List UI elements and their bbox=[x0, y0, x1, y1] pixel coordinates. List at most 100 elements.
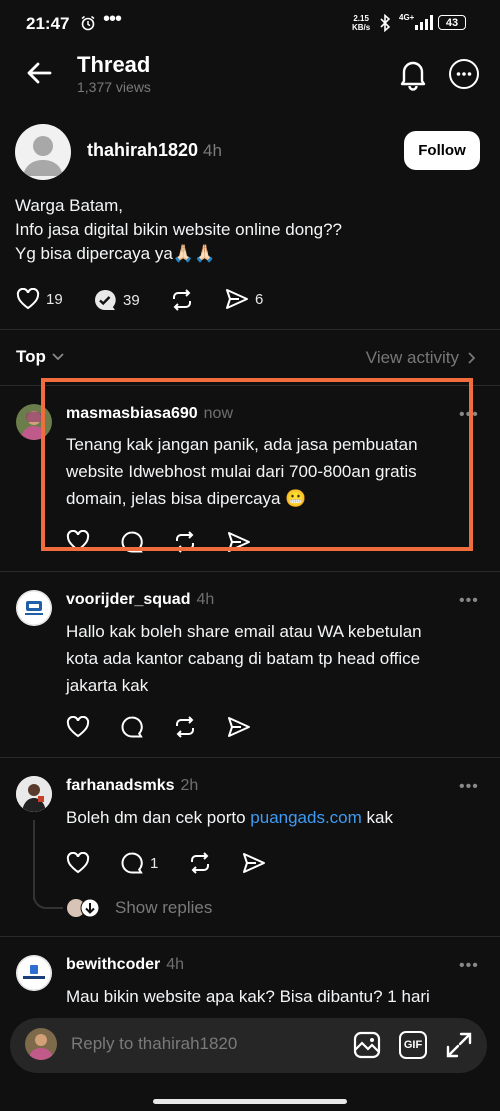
brand-logo-icon bbox=[16, 590, 52, 626]
post-like-button[interactable]: 19 bbox=[16, 288, 63, 310]
user-photo-icon bbox=[16, 776, 52, 812]
signal-icon bbox=[415, 15, 433, 30]
send-icon[interactable] bbox=[242, 852, 266, 874]
overflow-dots-icon: ••• bbox=[103, 8, 122, 30]
send-icon bbox=[226, 289, 248, 309]
home-indicator[interactable] bbox=[153, 1099, 347, 1104]
comment-avatar[interactable] bbox=[16, 404, 52, 440]
more-options-button[interactable] bbox=[449, 59, 479, 89]
post-share-button[interactable]: 6 bbox=[225, 288, 263, 310]
reply-count: 39 bbox=[123, 291, 140, 309]
send-icon[interactable] bbox=[227, 716, 251, 738]
repost-icon[interactable] bbox=[188, 851, 212, 875]
share-count: 6 bbox=[255, 290, 264, 308]
back-arrow-icon[interactable] bbox=[22, 58, 56, 88]
view-activity-link[interactable]: View activity bbox=[366, 348, 476, 368]
current-user-avatar bbox=[25, 1028, 57, 1060]
post-line: Warga Batam, bbox=[15, 196, 124, 215]
comment-line: Mau bikin website apa kak? Bisa dibantu?… bbox=[66, 987, 430, 1006]
comment-timestamp: now bbox=[203, 405, 234, 422]
divider bbox=[0, 571, 500, 572]
network-speed: 2.15 KB/s bbox=[352, 14, 370, 32]
network-type: 4G+ bbox=[399, 13, 415, 22]
post-line: Info jasa digital bikin website online d… bbox=[15, 220, 343, 239]
post-timestamp: 4h bbox=[203, 141, 222, 160]
comment-username[interactable]: farhanadsmks 2h bbox=[66, 777, 198, 795]
divider bbox=[0, 329, 500, 330]
comment-username-text: masmasbiasa690 bbox=[66, 405, 198, 422]
post-author-username[interactable]: thahirah1820 bbox=[87, 140, 198, 161]
comment-text: Hallo kak boleh share email atau WA kebe… bbox=[66, 618, 422, 699]
view-count: 1,377 views bbox=[77, 79, 151, 95]
status-bar: 21:47 ••• 2.15 KB/s 4G+ 43 bbox=[0, 0, 500, 48]
comment-username[interactable]: voorijder_squad 4h bbox=[66, 591, 214, 609]
comment-icon[interactable] bbox=[120, 715, 144, 739]
alarm-icon bbox=[81, 15, 95, 31]
thread-line bbox=[33, 820, 35, 900]
comment-more-icon[interactable]: ••• bbox=[459, 957, 479, 975]
bell-icon[interactable] bbox=[397, 57, 429, 91]
thread-curve bbox=[33, 890, 63, 909]
chevron-right-icon bbox=[468, 352, 476, 364]
reply-avatars-icon bbox=[67, 898, 100, 918]
comment-username[interactable]: masmasbiasa690 now bbox=[66, 405, 233, 423]
comment-avatar[interactable] bbox=[16, 590, 52, 626]
default-avatar-icon bbox=[23, 136, 63, 176]
sort-label: Top bbox=[16, 347, 46, 366]
comment-timestamp: 4h bbox=[166, 956, 185, 973]
comment-username[interactable]: bewithcoder 4h bbox=[66, 956, 184, 974]
comment-avatar[interactable] bbox=[16, 955, 52, 991]
comment-link[interactable]: puangads.com bbox=[250, 808, 362, 827]
comment-username-text: bewithcoder bbox=[66, 956, 161, 973]
comment-line: domain, jelas bisa dipercaya 😬 bbox=[66, 489, 307, 508]
comment-icon[interactable] bbox=[120, 530, 144, 554]
more-dots-icon bbox=[456, 72, 472, 76]
divider bbox=[0, 936, 500, 937]
heart-icon[interactable] bbox=[66, 530, 90, 552]
comment-text: Boleh dm dan cek porto puangads.com kak bbox=[66, 804, 393, 831]
divider bbox=[0, 385, 500, 386]
post-line: Yg bisa dipercaya ya🙏🏻🙏🏻 bbox=[15, 244, 216, 263]
comment-text: Mau bikin website apa kak? Bisa dibantu?… bbox=[66, 983, 430, 1010]
repost-icon[interactable] bbox=[170, 288, 194, 312]
reply-input[interactable]: Reply to thahirah1820 bbox=[71, 1034, 237, 1054]
heart-icon bbox=[16, 288, 40, 310]
expand-icon[interactable] bbox=[445, 1031, 473, 1059]
comment-timestamp: 4h bbox=[196, 591, 215, 608]
comment-more-icon[interactable]: ••• bbox=[459, 592, 479, 610]
reply-check-icon bbox=[95, 289, 116, 310]
comment-username-text: voorijder_squad bbox=[66, 591, 191, 608]
show-replies-label: Show replies bbox=[115, 898, 213, 917]
gif-button[interactable]: GIF bbox=[399, 1031, 427, 1059]
comment-text-part: kak bbox=[361, 808, 393, 827]
show-replies-button[interactable]: Show replies bbox=[66, 897, 212, 919]
like-count: 19 bbox=[46, 290, 63, 308]
comment-text-part: Boleh dm dan cek porto bbox=[66, 808, 251, 827]
view-activity-label: View activity bbox=[365, 348, 459, 367]
bluetooth-icon bbox=[380, 14, 391, 32]
speed-unit: KB/s bbox=[352, 23, 371, 32]
speed-value: 2.15 bbox=[353, 14, 369, 23]
comment-timestamp: 2h bbox=[180, 777, 199, 794]
comment-text: Tenang kak jangan panik, ada jasa pembua… bbox=[66, 431, 418, 512]
sort-dropdown[interactable]: Top bbox=[16, 347, 65, 367]
post-author-avatar[interactable] bbox=[15, 124, 71, 180]
post-replies-button[interactable]: 39 bbox=[93, 288, 140, 312]
heart-icon[interactable] bbox=[66, 716, 90, 738]
comment-reply-button[interactable]: 1 bbox=[120, 851, 158, 875]
follow-button[interactable]: Follow bbox=[404, 131, 480, 170]
image-icon[interactable] bbox=[352, 1030, 382, 1060]
repost-icon[interactable] bbox=[173, 530, 197, 554]
comment-avatar[interactable] bbox=[16, 776, 52, 812]
post-text: Warga Batam, Info jasa digital bikin web… bbox=[15, 194, 485, 266]
send-icon[interactable] bbox=[227, 531, 251, 553]
user-photo-icon bbox=[16, 404, 52, 440]
comment-more-icon[interactable]: ••• bbox=[459, 406, 479, 424]
status-time: 21:47 bbox=[26, 14, 70, 33]
comment-username-text: farhanadsmks bbox=[66, 777, 175, 794]
comment-more-icon[interactable]: ••• bbox=[459, 778, 479, 796]
page-title: Thread bbox=[77, 52, 151, 77]
repost-icon[interactable] bbox=[173, 715, 197, 739]
heart-icon[interactable] bbox=[66, 852, 90, 874]
comment-line: kota ada kantor cabang di batam tp head … bbox=[66, 649, 421, 668]
